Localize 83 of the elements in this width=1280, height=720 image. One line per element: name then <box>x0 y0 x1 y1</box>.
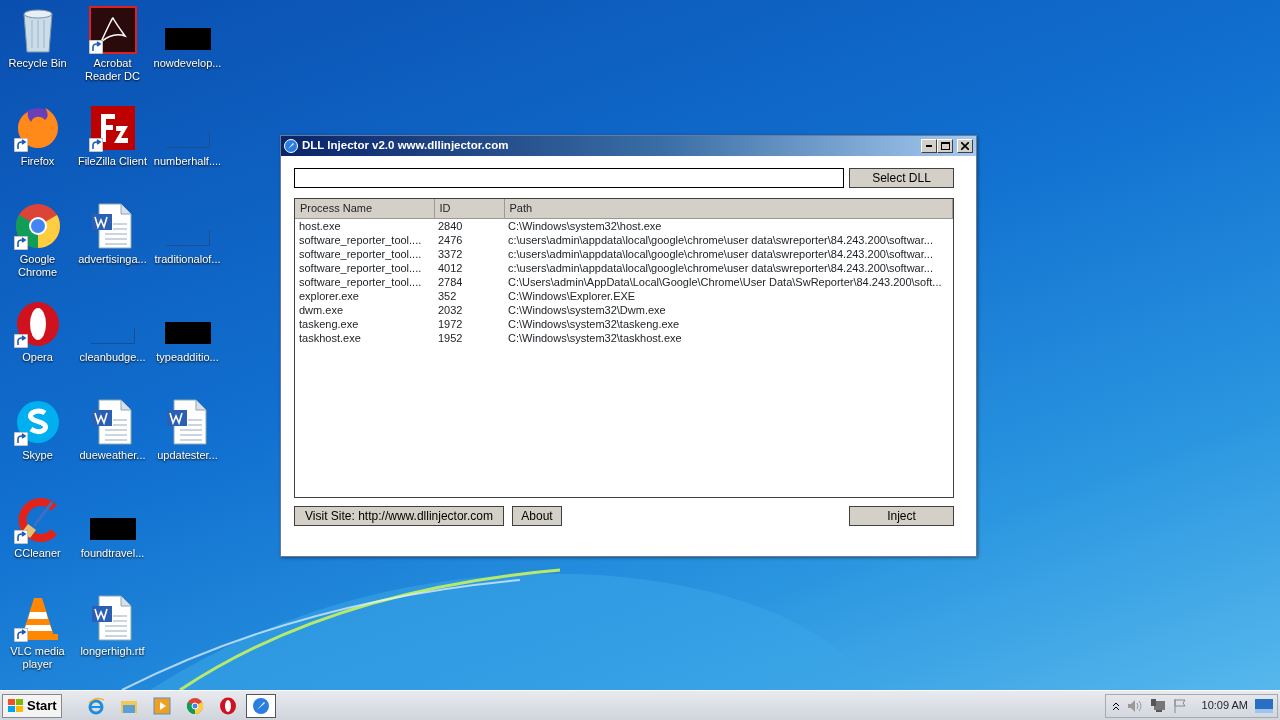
table-cell: taskeng.exe <box>299 317 359 330</box>
table-cell: C:\Users\admin\AppData\Local\Google\Chrome\User Data\SwReporter\84.243.200\soft... <box>508 275 942 288</box>
desktop-icon-label[interactable]: Google Chrome <box>0 253 75 279</box>
opera-logo-icon <box>218 696 237 715</box>
blank-file-icon <box>90 328 135 344</box>
desktop-icon-label[interactable]: numberhalf.... <box>150 155 225 168</box>
about-button[interactable]: About <box>512 506 562 526</box>
table-cell: 1952 <box>438 331 463 344</box>
table-cell: C:\Windows\Explorer.EXE <box>508 289 636 302</box>
column-header[interactable]: Path <box>504 199 953 218</box>
taskbar-button[interactable] <box>245 693 276 718</box>
select-dll-button[interactable]: Select DLL <box>849 168 954 188</box>
table-cell: 2784 <box>438 275 463 288</box>
desktop-icon-label[interactable]: CCleaner <box>0 547 75 560</box>
network-icon[interactable] <box>1149 698 1166 713</box>
minimize-button[interactable] <box>921 139 937 153</box>
minimize-icon <box>926 145 932 147</box>
desktop-icon-label[interactable]: typeadditio... <box>150 351 225 364</box>
windows-logo-icon <box>7 697 25 714</box>
play-icon <box>152 696 171 715</box>
table-cell: 2476 <box>438 233 463 246</box>
close-icon <box>961 142 969 150</box>
table-cell: host.exe <box>299 219 341 232</box>
table-cell: 2032 <box>438 303 463 316</box>
chrome-logo-icon <box>13 202 62 250</box>
show-desktop-icon[interactable] <box>1255 698 1273 713</box>
desktop-icon-label[interactable]: traditionalof... <box>150 253 225 266</box>
column-header[interactable]: ID <box>434 199 504 218</box>
desktop-icon-label[interactable]: Opera <box>0 351 75 364</box>
table-cell: dwm.exe <box>299 303 344 316</box>
clock[interactable]: 10:09 AM <box>1201 697 1248 714</box>
fz-logo-icon <box>88 104 137 152</box>
desktop-icon-label[interactable]: updatester... <box>150 449 225 462</box>
start-button[interactable]: Start <box>2 693 62 718</box>
desktop-icon-label[interactable]: Recycle Bin <box>0 57 75 70</box>
desktop-icon-label[interactable]: cleanbudge... <box>75 351 150 364</box>
inject-button[interactable]: Inject <box>849 506 954 526</box>
table-cell: c:\users\admin\appdata\local\google\chrome\user data\swreporter\84.243.200\softwar... <box>508 233 933 246</box>
desktop-icon-label[interactable]: VLC media player <box>0 645 75 671</box>
compass-icon <box>284 139 298 153</box>
ie-logo-icon <box>86 696 105 715</box>
chevron-up-icon[interactable] <box>1111 700 1120 711</box>
table-cell: 2840 <box>438 219 463 232</box>
table-cell: C:\Windows\system32\taskhost.exe <box>508 331 682 344</box>
desktop-icon-label[interactable]: nowdevelop... <box>150 57 225 70</box>
desktop-icon-label[interactable]: dueweather... <box>75 449 150 462</box>
desktop-icon-label[interactable]: Acrobat Reader DC <box>75 57 150 83</box>
redacted-thumbnail-icon <box>164 28 211 50</box>
pdf-reader-icon <box>88 6 137 54</box>
redacted-thumbnail-icon <box>164 322 211 344</box>
compass-icon <box>251 696 270 715</box>
desktop-icon-label[interactable]: advertisinga... <box>75 253 150 266</box>
table-cell: software_reporter_tool.... <box>299 275 422 288</box>
blank-file-icon <box>165 132 210 148</box>
table-cell: 352 <box>438 289 457 302</box>
table-cell: C:\Windows\system32\host.exe <box>508 219 662 232</box>
table-cell: 4012 <box>438 261 463 274</box>
close-button[interactable] <box>957 139 973 153</box>
visit-site-button[interactable]: Visit Site: http://www.dllinjector.com <box>294 506 504 526</box>
maximize-button[interactable] <box>937 139 953 153</box>
desktop-icon-label[interactable]: FileZilla Client <box>75 155 150 168</box>
desktop-icon-label[interactable]: foundtravel... <box>75 547 150 560</box>
chrome-logo-icon <box>185 696 204 715</box>
table-cell: 3372 <box>438 247 463 260</box>
table-cell: 1972 <box>438 317 463 330</box>
blank-file-icon <box>165 230 210 246</box>
table-cell: explorer.exe <box>299 289 359 302</box>
table-cell: C:\Windows\system32\Dwm.exe <box>508 303 666 316</box>
table-cell: c:\users\admin\appdata\local\google\chrome\user data\swreporter\84.243.200\softwar... <box>508 247 933 260</box>
table-cell: software_reporter_tool.... <box>299 247 422 260</box>
table-cell: software_reporter_tool.... <box>299 233 422 246</box>
column-header[interactable]: Process Name <box>295 199 434 218</box>
desktop-icon-label[interactable]: longerhigh.rtf <box>75 645 150 658</box>
table-cell: taskhost.exe <box>299 331 361 344</box>
table-cell: software_reporter_tool.... <box>299 261 422 274</box>
dll-path-field[interactable] <box>294 168 844 188</box>
redacted-thumbnail-icon <box>89 518 136 540</box>
table-cell: C:\Windows\system32\taskeng.exe <box>508 317 680 330</box>
maximize-icon <box>940 142 950 150</box>
window-title: DLL Injector v2.0 www.dllinjector.com <box>302 138 509 154</box>
desktop-icon-label[interactable]: Firefox <box>0 155 75 168</box>
desktop-icon-label[interactable]: Skype <box>0 449 75 462</box>
table-cell: c:\users\admin\appdata\local\google\chrome\user data\swreporter\84.243.200\softwar... <box>508 261 933 274</box>
